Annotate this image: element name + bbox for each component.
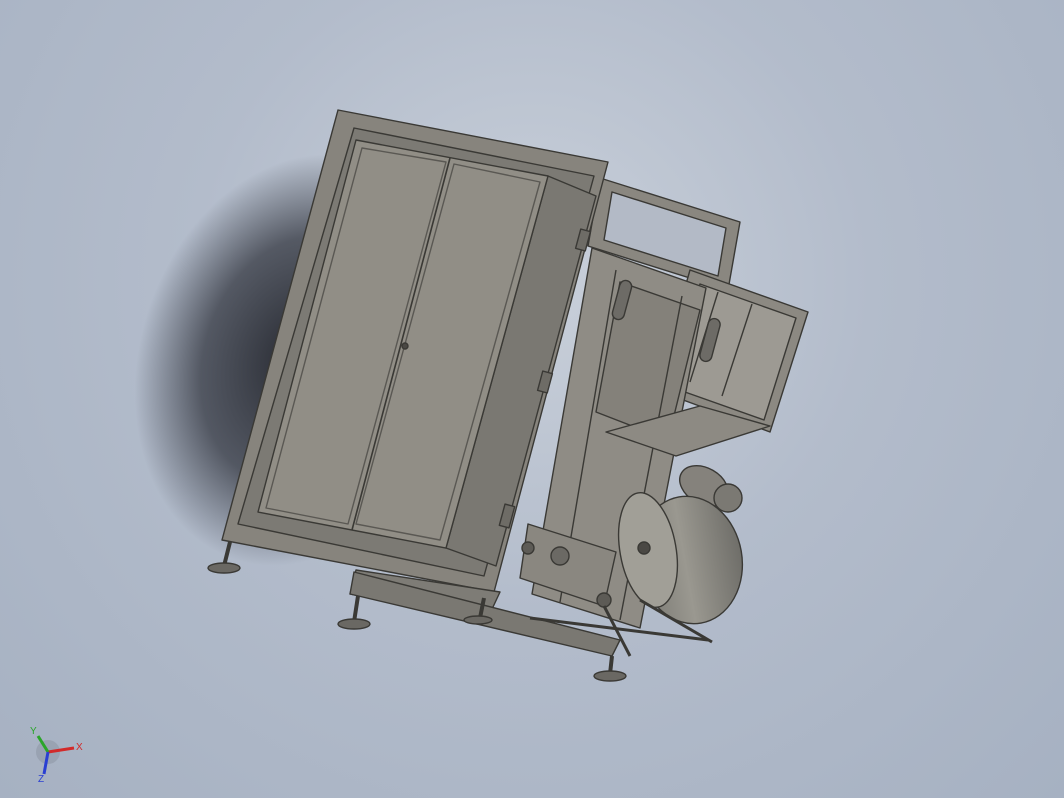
leg-middle (352, 595, 360, 623)
motor-cap (713, 483, 743, 513)
foot-middle[interactable] (337, 618, 371, 630)
roll-arm-knob (596, 592, 612, 608)
roll-arm-knob-2 (521, 541, 535, 555)
foot-center[interactable] (463, 615, 493, 625)
view-orientation-triad[interactable]: X Y Z (22, 722, 92, 784)
foot-right[interactable] (593, 670, 627, 682)
roll-arm-hub (550, 546, 570, 566)
foot-left[interactable] (207, 562, 241, 574)
graphics-viewport[interactable]: X Y Z (0, 0, 1064, 798)
x-axis-label: X (76, 742, 83, 753)
door-handle[interactable] (401, 342, 409, 350)
y-axis-label: Y (30, 726, 37, 737)
z-axis-label: Z (38, 774, 44, 784)
film-roll-hub (637, 541, 651, 555)
model-view[interactable] (0, 0, 1064, 798)
